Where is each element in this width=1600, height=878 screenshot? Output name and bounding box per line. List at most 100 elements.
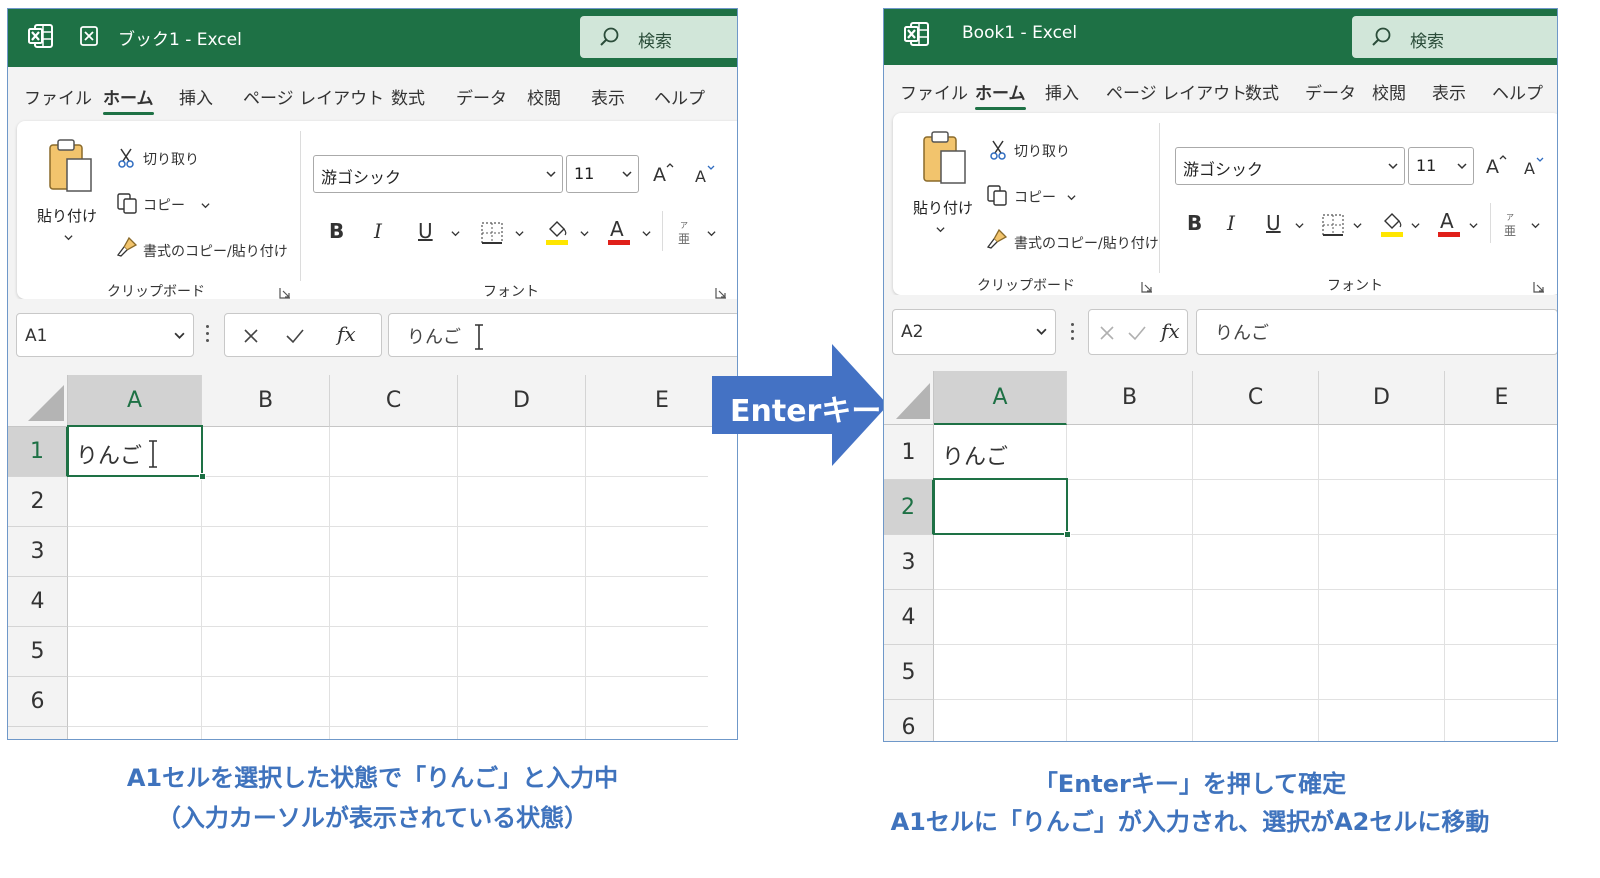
paste-button[interactable]: 貼り付け	[37, 205, 97, 226]
enter-icon[interactable]	[1127, 324, 1147, 342]
column-header-d[interactable]: D	[1319, 371, 1445, 425]
autosave-icon[interactable]	[78, 25, 100, 47]
chevron-down-icon[interactable]	[1531, 221, 1540, 230]
column-header-b[interactable]: B	[1067, 371, 1193, 425]
clipboard-icon[interactable]	[921, 129, 969, 187]
tab-review[interactable]: 校閲	[527, 84, 561, 109]
row-header-5[interactable]: 5	[8, 627, 68, 677]
tab-page-layout[interactable]: ページ レイアウト	[1106, 79, 1247, 104]
underline-button[interactable]: U	[1266, 211, 1281, 235]
font-name-dropdown[interactable]: 游ゴシック	[1175, 147, 1405, 185]
shrink-font-icon[interactable]: A	[694, 163, 716, 185]
dialog-launcher-icon[interactable]	[1141, 281, 1153, 293]
tab-help[interactable]: ヘルプ	[1492, 79, 1543, 104]
column-header-e[interactable]: E	[1445, 371, 1557, 425]
cut-button[interactable]: 切り取り	[143, 149, 199, 169]
font-name-dropdown[interactable]: 游ゴシック	[313, 155, 563, 193]
chevron-down-icon[interactable]	[1469, 221, 1478, 230]
tab-insert[interactable]: 挿入	[1045, 79, 1079, 104]
phonetic-icon[interactable]: ア亜	[676, 219, 696, 247]
underline-button[interactable]: U	[418, 219, 433, 243]
chevron-down-icon[interactable]	[1295, 221, 1304, 230]
formula-input[interactable]: りんご	[1196, 309, 1557, 355]
tab-data[interactable]: データ	[1305, 79, 1356, 104]
phonetic-icon[interactable]: ア亜	[1502, 211, 1522, 239]
column-header-a[interactable]: A	[68, 375, 202, 427]
tab-formulas[interactable]: 数式	[1245, 79, 1279, 104]
chevron-down-icon[interactable]	[201, 201, 210, 210]
row-header-2[interactable]: 2	[8, 477, 68, 527]
tab-view[interactable]: 表示	[1432, 79, 1466, 104]
row-header-3[interactable]: 3	[8, 527, 68, 577]
paintbrush-icon[interactable]	[985, 227, 1009, 251]
copy-icon[interactable]	[985, 183, 1009, 207]
italic-button[interactable]: I	[374, 219, 382, 243]
cut-button[interactable]: 切り取り	[1014, 141, 1070, 161]
grow-font-icon[interactable]: A	[1485, 153, 1507, 177]
dialog-launcher-icon[interactable]	[279, 287, 291, 299]
font-size-dropdown[interactable]: 11	[566, 155, 639, 193]
dialog-launcher-icon[interactable]	[715, 287, 727, 299]
tab-view[interactable]: 表示	[591, 84, 625, 109]
select-all-button[interactable]	[8, 375, 68, 427]
paintbrush-icon[interactable]	[115, 235, 139, 259]
fx-icon[interactable]: fx	[337, 322, 356, 346]
fill-color-icon[interactable]	[544, 217, 570, 247]
active-cell-a2[interactable]	[933, 478, 1071, 538]
row-header-3[interactable]: 3	[884, 535, 934, 590]
tab-home[interactable]: ホーム	[975, 79, 1026, 110]
column-header-a[interactable]: A	[934, 371, 1067, 425]
scissors-icon[interactable]	[117, 147, 135, 169]
formula-input[interactable]: りんご	[388, 313, 737, 357]
row-header-4[interactable]: 4	[8, 577, 68, 627]
copy-button[interactable]: コピー	[143, 195, 185, 215]
font-color-icon[interactable]: A	[606, 215, 632, 247]
row-header-5[interactable]: 5	[884, 645, 934, 700]
tab-file[interactable]: ファイル	[900, 79, 968, 104]
borders-icon[interactable]	[1321, 213, 1345, 237]
scissors-icon[interactable]	[989, 139, 1007, 161]
column-header-c[interactable]: C	[330, 375, 458, 427]
name-box[interactable]: A1	[16, 313, 194, 357]
chevron-down-icon[interactable]	[707, 229, 716, 238]
fill-color-icon[interactable]	[1379, 209, 1405, 239]
clipboard-icon[interactable]	[47, 137, 95, 195]
shrink-font-icon[interactable]: A	[1523, 155, 1545, 177]
tab-home[interactable]: ホーム	[103, 84, 154, 115]
italic-button[interactable]: I	[1227, 211, 1235, 235]
enter-icon[interactable]	[285, 327, 305, 345]
copy-icon[interactable]	[115, 191, 139, 215]
tab-data[interactable]: データ	[456, 84, 507, 109]
search-box[interactable]: 検索	[580, 16, 737, 58]
font-color-icon[interactable]: A	[1436, 207, 1462, 239]
chevron-down-icon[interactable]	[1353, 221, 1362, 230]
chevron-down-icon[interactable]	[1067, 193, 1076, 202]
row-header-2[interactable]: 2	[884, 480, 934, 535]
more-options-icon[interactable]	[206, 325, 210, 345]
chevron-down-icon[interactable]	[1411, 221, 1420, 230]
tab-file[interactable]: ファイル	[24, 84, 92, 109]
font-size-dropdown[interactable]: 11	[1408, 147, 1474, 185]
bold-button[interactable]: B	[329, 219, 344, 243]
search-box[interactable]: 検索	[1352, 16, 1557, 58]
tab-help[interactable]: ヘルプ	[654, 84, 705, 109]
format-painter-button[interactable]: 書式のコピー/貼り付け	[143, 241, 288, 261]
borders-icon[interactable]	[480, 221, 504, 245]
row-header-6[interactable]: 6	[884, 700, 934, 741]
grow-font-icon[interactable]: A	[652, 161, 674, 185]
chevron-down-icon[interactable]	[515, 229, 524, 238]
tab-formulas[interactable]: 数式	[391, 84, 425, 109]
row-header-4[interactable]: 4	[884, 590, 934, 645]
chevron-down-icon[interactable]	[642, 229, 651, 238]
fill-handle[interactable]	[1064, 531, 1071, 538]
copy-button[interactable]: コピー	[1014, 187, 1056, 207]
column-header-b[interactable]: B	[202, 375, 330, 427]
tab-review[interactable]: 校閲	[1372, 79, 1406, 104]
cancel-icon[interactable]	[243, 328, 259, 344]
chevron-down-icon[interactable]	[451, 229, 460, 238]
chevron-down-icon[interactable]	[64, 233, 73, 242]
format-painter-button[interactable]: 書式のコピー/貼り付け	[1014, 233, 1159, 253]
bold-button[interactable]: B	[1187, 211, 1202, 235]
tab-page-layout[interactable]: ページ レイアウト	[243, 84, 384, 109]
column-header-c[interactable]: C	[1193, 371, 1319, 425]
